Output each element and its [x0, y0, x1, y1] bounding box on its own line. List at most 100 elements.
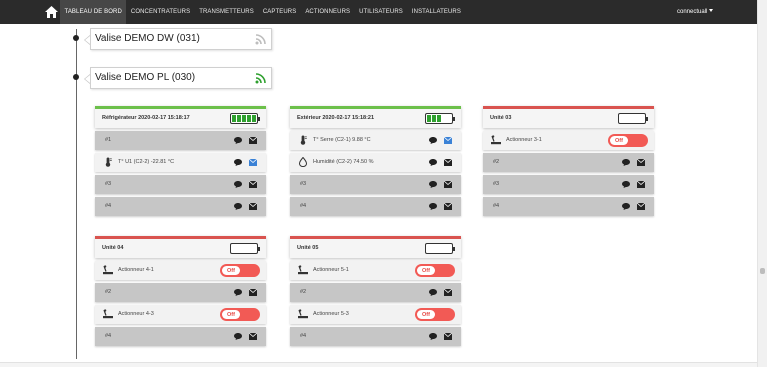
actuator-icon: [103, 309, 113, 319]
wifi-icon: [255, 73, 266, 84]
comment-icon[interactable]: [234, 159, 242, 166]
channel-row: #1: [95, 131, 266, 150]
actuator-icon: [491, 135, 501, 145]
nav-transmetteurs[interactable]: TRANSMETTEURS: [195, 0, 259, 24]
humidity-icon: [298, 157, 308, 167]
mail-icon[interactable]: [444, 181, 452, 188]
card-header: Unité 05: [290, 236, 461, 258]
toggle-knob: Off: [417, 310, 435, 319]
mail-icon[interactable]: [444, 137, 452, 144]
channel-row: Humidité (C2-2) 74.50 %: [290, 153, 461, 172]
thermometer-icon: [103, 157, 113, 167]
card-refrigerateur: Réfrigérateur 2020-02-17 15:18:17 #1 T° U1…: [95, 106, 266, 216]
comment-icon[interactable]: [429, 181, 437, 188]
valise-demo-pl[interactable]: Valise DEMO PL (030): [84, 67, 272, 89]
comment-icon[interactable]: [429, 289, 437, 296]
comment-icon[interactable]: [622, 203, 630, 210]
battery-segment: [242, 115, 246, 122]
toggle-knob: Off: [222, 310, 240, 319]
valise-demo-dw[interactable]: Valise DEMO DW (031): [84, 28, 272, 50]
channel-row: #3: [483, 175, 654, 194]
mail-icon[interactable]: [444, 203, 452, 210]
mail-icon[interactable]: [249, 137, 257, 144]
battery-icon: [618, 113, 648, 124]
comment-icon[interactable]: [429, 137, 437, 144]
mail-icon[interactable]: [444, 289, 452, 296]
channel-row: T° U1 (C2-2) -22.81 °C: [95, 153, 266, 172]
actuator-toggle[interactable]: Off: [608, 134, 648, 147]
channel-label: #2: [493, 159, 500, 165]
toggle-knob: Off: [222, 266, 240, 275]
user-menu[interactable]: connectuall: [677, 0, 714, 24]
card-header: Réfrigérateur 2020-02-17 15:18:17: [95, 106, 266, 128]
comment-icon[interactable]: [234, 181, 242, 188]
mail-icon[interactable]: [637, 159, 645, 166]
channel-row: #4: [483, 197, 654, 216]
mail-icon[interactable]: [249, 333, 257, 340]
channel-label: T° U1 (C2-2) -22.81 °C: [118, 159, 175, 165]
mail-icon[interactable]: [637, 181, 645, 188]
mail-icon[interactable]: [637, 203, 645, 210]
channel-row: #4: [290, 327, 461, 346]
valise-title: Valise DEMO PL (030): [95, 72, 196, 83]
battery-segment: [247, 245, 251, 252]
channel-label: #2: [105, 289, 112, 295]
scrollbar-thumb[interactable]: [760, 268, 765, 274]
actuator-toggle[interactable]: Off: [220, 264, 260, 277]
card-unite03: Unité 03 Actionneur 3-1 Off #2 #3 #4: [483, 106, 654, 216]
battery-segment: [640, 115, 644, 122]
mail-icon[interactable]: [249, 203, 257, 210]
mail-icon[interactable]: [249, 159, 257, 166]
toggle-state-label: Off: [422, 312, 430, 318]
card-header: Extérieur 2020-02-17 15:18:21: [290, 106, 461, 128]
top-navbar: TABLEAU DE BORD CONCENTRATEURS TRANSMETT…: [0, 0, 757, 24]
vertical-scrollbar[interactable]: [757, 0, 767, 367]
nav-tableau-de-bord[interactable]: TABLEAU DE BORD: [60, 0, 127, 24]
battery-icon: [425, 243, 455, 254]
channel-label: #4: [105, 333, 112, 339]
toggle-knob: Off: [610, 136, 628, 145]
nav-utilisateurs[interactable]: UTILISATEURS: [355, 0, 408, 24]
comment-icon[interactable]: [429, 333, 437, 340]
battery-segment: [630, 115, 634, 122]
mail-icon[interactable]: [249, 289, 257, 296]
mail-icon[interactable]: [249, 181, 257, 188]
tree-node-dot: [73, 74, 79, 80]
actuator-toggle[interactable]: Off: [220, 308, 260, 321]
card-title: Unité 03: [490, 115, 512, 121]
channel-row: #4: [95, 327, 266, 346]
nav-concentrateurs[interactable]: CONCENTRATEURS: [126, 0, 194, 24]
battery-segment: [447, 115, 451, 122]
nav-installateurs[interactable]: INSTALLATEURS: [407, 0, 465, 24]
comment-icon[interactable]: [622, 181, 630, 188]
channel-label: #4: [493, 203, 500, 209]
comment-icon[interactable]: [234, 203, 242, 210]
channel-label: Actionneur 3-1: [506, 137, 542, 143]
toggle-state-label: Off: [422, 268, 430, 274]
nav-capteurs[interactable]: CAPTEURS: [258, 0, 300, 24]
comment-icon[interactable]: [234, 289, 242, 296]
valise-pointer: [84, 35, 90, 45]
horizontal-scrollbar[interactable]: [0, 362, 757, 367]
mail-icon[interactable]: [444, 159, 452, 166]
battery-segment: [625, 115, 629, 122]
comment-icon[interactable]: [429, 159, 437, 166]
nav-actionneurs[interactable]: ACTIONNEURS: [301, 0, 355, 24]
card-title: Réfrigérateur 2020-02-17 15:18:17: [102, 115, 190, 121]
actuator-toggle[interactable]: Off: [415, 308, 455, 321]
comment-icon[interactable]: [234, 137, 242, 144]
comment-icon[interactable]: [234, 333, 242, 340]
comment-icon[interactable]: [429, 203, 437, 210]
comment-icon[interactable]: [622, 159, 630, 166]
card-header: Unité 04: [95, 236, 266, 258]
battery-segment: [242, 245, 246, 252]
channel-row: Actionneur 5-3 Off: [290, 305, 461, 324]
card-header: Unité 03: [483, 106, 654, 128]
mail-icon[interactable]: [444, 333, 452, 340]
actuator-toggle[interactable]: Off: [415, 264, 455, 277]
card-exterieur: Extérieur 2020-02-17 15:18:21 T° Serre (C…: [290, 106, 461, 216]
battery-segment: [247, 115, 251, 122]
home-icon[interactable]: [45, 6, 58, 18]
card-title: Unité 04: [102, 245, 124, 251]
channel-row: #3: [290, 175, 461, 194]
